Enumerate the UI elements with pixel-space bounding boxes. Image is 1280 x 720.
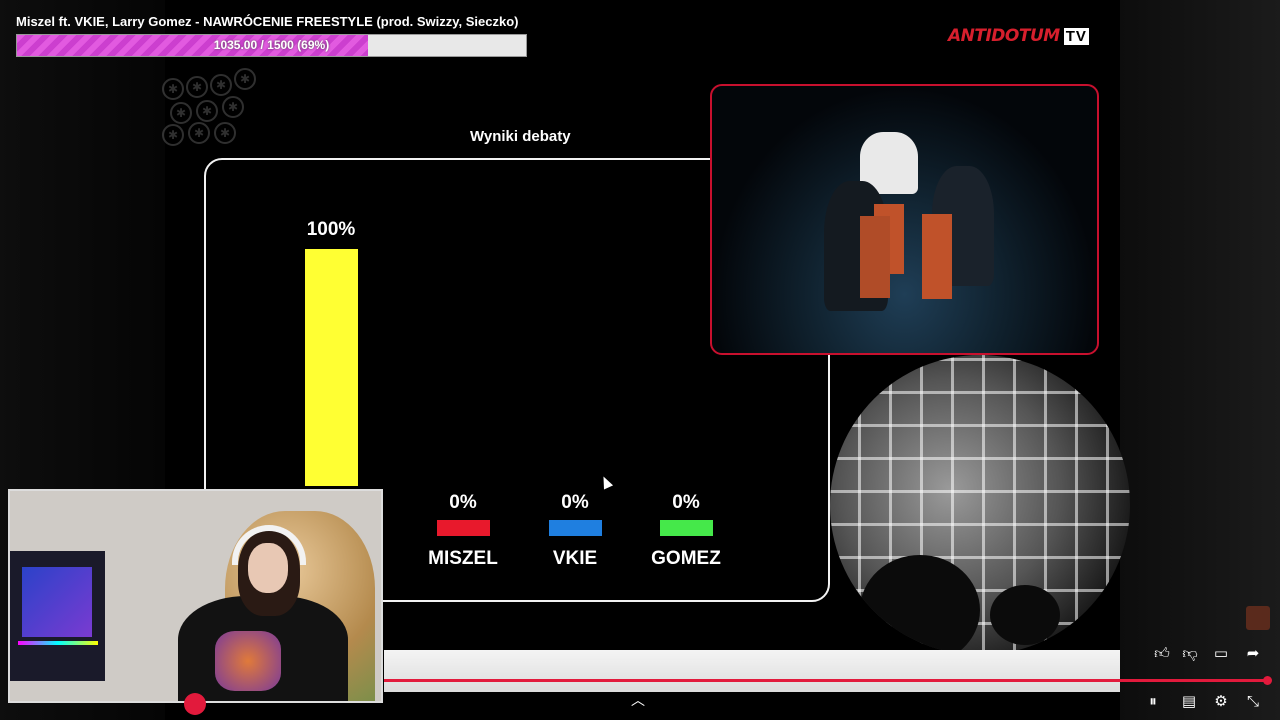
bar-value-label: 0% <box>672 492 700 513</box>
streamer-webcam <box>8 489 383 703</box>
dislike-icon[interactable]: 👎︎ <box>1179 642 1201 664</box>
bar-value-label: 0% <box>449 492 477 513</box>
video-progress-fill <box>384 679 1268 682</box>
bar-category-label: GOMEZ <box>651 548 721 569</box>
video-progress-knob[interactable] <box>1263 676 1272 685</box>
record-dot <box>184 693 206 715</box>
video-progress-track[interactable] <box>384 679 1268 682</box>
bar-value-label: 100% <box>306 219 356 240</box>
donation-goal-text: 1035.00 / 1500 (69%) <box>213 38 330 52</box>
globe-graphic <box>830 355 1130 655</box>
bar-value-label: 0% <box>561 492 589 513</box>
exit-fullscreen-icon[interactable]: ⤡ <box>1242 690 1264 712</box>
bar-vkie <box>548 520 602 536</box>
bar-category-label: VKIE <box>552 548 598 569</box>
chevron-up-icon[interactable]: ︿ <box>631 690 645 710</box>
channel-logo: ANTIDOTUM TV <box>948 26 1089 46</box>
donation-goal-bar: 1035.00 / 1500 (69%) <box>16 34 527 57</box>
pause-icon[interactable]: ⏸ <box>1142 690 1164 712</box>
podium-right <box>922 214 952 299</box>
share-icon[interactable]: ➦ <box>1242 642 1264 664</box>
webcam-shirt-print <box>215 631 281 691</box>
bar-gomez <box>659 520 713 536</box>
globe-continent-small <box>990 585 1060 645</box>
podium-left <box>860 216 890 298</box>
logo-suffix: TV <box>1063 27 1089 45</box>
subtitles-icon[interactable]: ▤ <box>1178 690 1200 712</box>
video-title: Miszel ft. VKIE, Larry Gomez - NAWRÓCENI… <box>16 14 519 29</box>
chart-title: Wyniki debaty <box>470 128 571 145</box>
like-icon[interactable]: 👍︎ <box>1151 642 1173 664</box>
comment-icon[interactable]: ▭ <box>1210 642 1232 664</box>
webcam-pc-screen <box>22 567 92 637</box>
settings-icon[interactable]: ⚙ <box>1210 690 1232 712</box>
logo-brand: ANTIDOTUM <box>948 26 1060 46</box>
bar-miszel <box>436 520 490 536</box>
bar-category-label: MISZEL <box>428 548 498 569</box>
stars-decoration: ✱ ✱ ✱ ✱ ✱ ✱ ✱ ✱ ✱ ✱ <box>160 50 270 150</box>
debate-video-frame <box>710 84 1099 355</box>
bottom-banner-strip <box>384 650 1120 692</box>
globe-continent <box>860 555 980 655</box>
bar-unnamed <box>304 249 358 486</box>
webcam-rgb-light <box>18 641 98 645</box>
channel-thumbnail[interactable] <box>1246 606 1270 630</box>
